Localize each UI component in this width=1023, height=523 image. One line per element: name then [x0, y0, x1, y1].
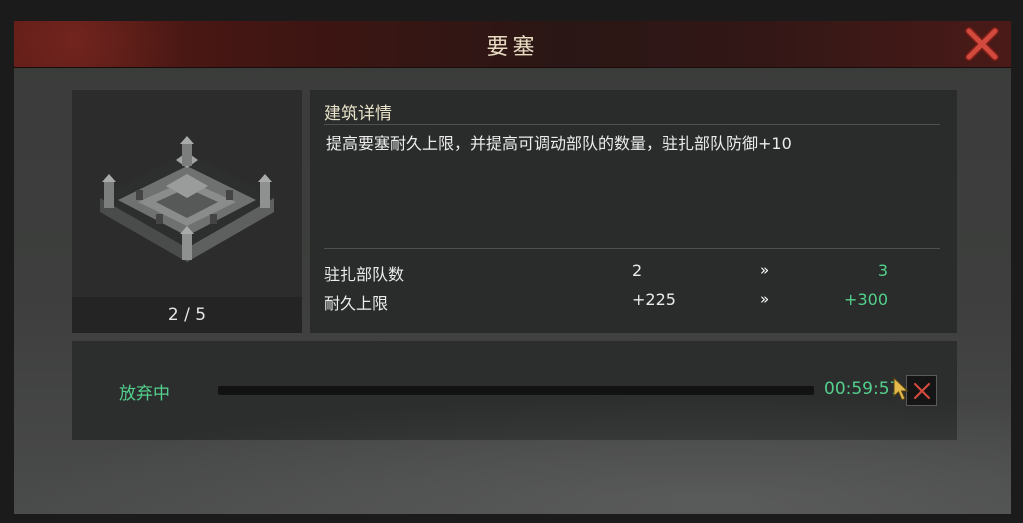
stat-label: 驻扎部队数	[324, 265, 405, 284]
close-button[interactable]	[964, 27, 1000, 61]
stat-current: +225	[632, 290, 676, 309]
building-dialog: 要塞 2 / 5 建筑详情 提高要塞耐久上限，并提高可调动部队的数量，驻扎部队防…	[14, 21, 1011, 514]
progress-bar	[218, 386, 814, 395]
stat-next: +300	[844, 290, 888, 309]
cancel-x-icon	[913, 382, 931, 400]
dialog-titlebar: 要塞	[14, 21, 1011, 68]
building-description: 提高要塞耐久上限，并提高可调动部队的数量，驻扎部队防御+10	[326, 134, 792, 153]
stat-next: 3	[877, 261, 888, 280]
dialog-title: 要塞	[486, 35, 539, 60]
building-level: 2 / 5	[72, 297, 302, 333]
cancel-abandon-button[interactable]	[906, 375, 937, 406]
fortress-icon	[100, 136, 274, 262]
stat-current: 2	[632, 261, 643, 280]
close-x-icon	[965, 27, 999, 61]
heading-divider	[324, 124, 940, 125]
countdown-timer: 00:59:57	[824, 379, 901, 399]
stat-label: 耐久上限	[324, 294, 389, 313]
stats-divider	[324, 248, 940, 249]
double-arrow-icon: »	[760, 290, 769, 308]
abandon-progress-panel: 放弃中 00:59:57	[72, 341, 957, 440]
abandon-status: 放弃中	[119, 384, 170, 404]
details-heading: 建筑详情	[324, 104, 392, 124]
building-image-panel: 2 / 5	[72, 90, 302, 333]
details-panel: 建筑详情 提高要塞耐久上限，并提高可调动部队的数量，驻扎部队防御+10 驻扎部队…	[310, 90, 957, 333]
cursor-icon	[893, 377, 909, 401]
double-arrow-icon: »	[760, 261, 769, 279]
